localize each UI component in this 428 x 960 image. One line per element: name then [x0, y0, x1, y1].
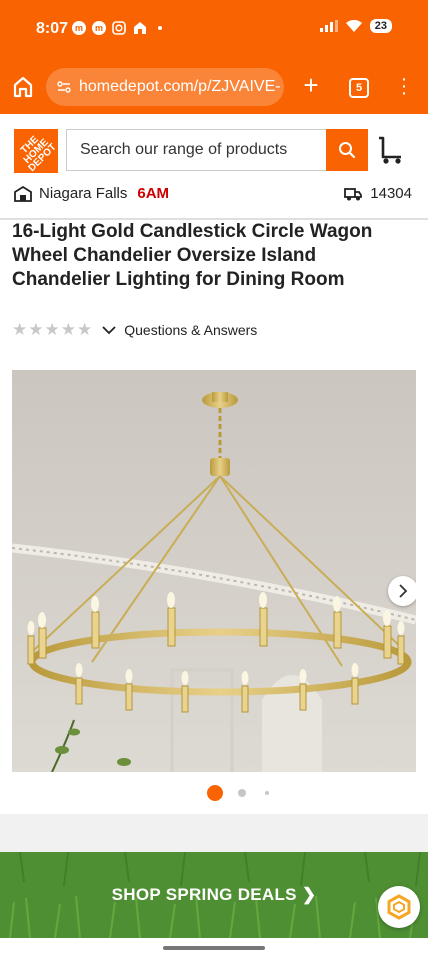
carousel-dot[interactable] [265, 791, 269, 795]
star-icon: ★ [28, 320, 44, 339]
star-icon: ★ [12, 320, 28, 339]
star-icon: ★ [44, 320, 60, 339]
search-icon [339, 142, 356, 159]
browser-home-icon[interactable] [12, 76, 34, 98]
product-title: 16-Light Gold Candlestick Circle Wagon W… [12, 221, 373, 290]
section-gap [0, 814, 428, 852]
new-tab-button[interactable]: + [300, 72, 322, 98]
promo-label[interactable]: SHOP SPRING DEALS ❯ [0, 852, 428, 938]
truck-icon [344, 187, 363, 200]
product-info: 16-Light Gold Candlestick Circle Wagon W… [0, 220, 428, 358]
messenger-icon: m [72, 21, 86, 35]
home-app-icon [134, 22, 146, 34]
chevron-right-icon [399, 584, 408, 598]
site-settings-icon[interactable] [57, 80, 71, 94]
more-notifications-dot [158, 26, 162, 30]
carousel-dot[interactable] [238, 789, 246, 797]
carousel-dot-active[interactable] [207, 785, 223, 801]
search-box[interactable] [66, 129, 326, 171]
notification-icons: m m [72, 21, 162, 35]
url-text: homedepot.com/p/ZJVAIVE- [79, 78, 281, 95]
search-input[interactable] [78, 140, 322, 160]
questions-answers-link[interactable]: Questions & Answers [124, 322, 257, 338]
logo-text: THE HOME DEPOT [18, 133, 59, 174]
address-bar[interactable]: homedepot.com/p/ZJVAIVE- [46, 68, 284, 106]
battery-indicator: 23 [369, 19, 392, 33]
rating-row[interactable]: ★ ★ ★ ★ ★ Questions & Answers [12, 321, 257, 338]
chandelier-photo [12, 370, 416, 772]
star-icon: ★ [77, 320, 93, 339]
store-name: Niagara Falls [39, 185, 128, 202]
product-image[interactable] [12, 370, 416, 772]
wifi-icon [345, 20, 362, 32]
home-depot-logo[interactable]: THE HOME DEPOT [14, 129, 58, 173]
delivery-zip: 14304 [370, 185, 412, 202]
cart-icon[interactable] [376, 135, 404, 165]
search-button[interactable] [326, 129, 368, 171]
promo-banner[interactable]: SHOP SPRING DEALS ❯ [0, 852, 428, 938]
browser-menu-icon[interactable]: · · · [400, 69, 408, 103]
home-gesture-bar[interactable] [163, 946, 265, 950]
carousel-dots [0, 785, 428, 801]
signal-icon [319, 20, 338, 32]
status-right: 23 [319, 19, 392, 33]
chevron-down-icon[interactable] [102, 325, 116, 335]
delivery-zip-selector[interactable]: 14304 [344, 185, 412, 202]
star-icon: ★ [60, 320, 76, 339]
system-nav-bar [0, 938, 428, 960]
product-gallery [0, 358, 428, 814]
browser-toolbar: homedepot.com/p/ZJVAIVE- + 5 · · · [0, 60, 428, 114]
site-header: THEHOMEDEPOT Niagara Falls 6AM 14304 [0, 114, 428, 220]
store-selector[interactable]: Niagara Falls 6AM [14, 185, 169, 202]
store-icon [14, 185, 32, 202]
messenger-icon: m [92, 21, 106, 35]
rating-stars[interactable]: ★ ★ ★ ★ ★ [12, 321, 92, 338]
rewards-badge-button[interactable] [378, 886, 420, 928]
hexagon-badge-icon [387, 894, 411, 920]
instagram-icon [112, 21, 126, 35]
status-bar: 8:07 m m 23 [0, 0, 428, 60]
store-hours: 6AM [137, 185, 170, 202]
tab-switcher-button[interactable]: 5 [349, 78, 369, 98]
next-image-button[interactable] [388, 576, 416, 606]
status-time: 8:07 [36, 20, 69, 37]
